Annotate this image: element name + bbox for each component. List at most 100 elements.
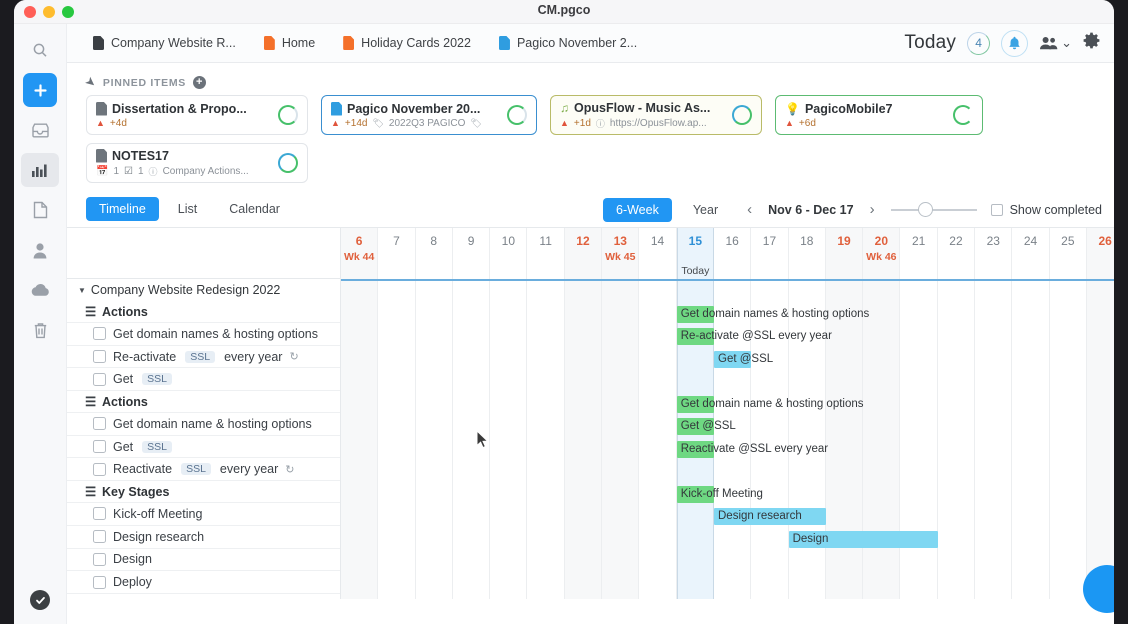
task-row[interactable]: Get domain name & hosting options (67, 413, 340, 436)
task-row[interactable]: Get SSL (67, 436, 340, 459)
gantt-bar[interactable]: Re-activate @SSL every year (676, 328, 832, 346)
pinned-card-tags: 2022Q3 PAGICO (388, 117, 466, 129)
task-group-header[interactable]: ☰ Key Stages (67, 481, 340, 504)
day-number: 26 (1098, 234, 1112, 248)
show-completed-checkbox[interactable]: Show completed (990, 203, 1102, 217)
project-row[interactable]: ▼ Company Website Redesign 2022 (67, 279, 340, 301)
task-row[interactable]: Deploy (67, 571, 340, 594)
person-icon[interactable] (21, 233, 59, 267)
task-checkbox[interactable] (93, 462, 106, 476)
pinned-card-pagico-november[interactable]: Pagico November 20... ▲ +14d 🏷 2022Q3 PA… (321, 95, 537, 135)
search-icon[interactable] (21, 33, 59, 67)
gantt-bar[interactable]: Design research (714, 508, 826, 526)
gantt-bar[interactable]: Reactivate @SSL every year (676, 441, 828, 458)
task-row[interactable]: Design research (67, 526, 340, 549)
people-menu[interactable]: ⌄ (1039, 36, 1072, 50)
task-row[interactable]: Get SSL (67, 368, 340, 392)
tab-company-website[interactable]: Company Website R... (79, 24, 250, 63)
tab-pagico-november[interactable]: Pagico November 2... (485, 24, 651, 63)
task-tag-chip[interactable]: SSL (142, 373, 173, 386)
zoom-year[interactable]: Year (680, 198, 731, 222)
tab-list[interactable]: List (165, 197, 210, 221)
task-group-header[interactable]: ☰ Actions (67, 391, 340, 414)
today-count-badge[interactable]: 4 (967, 31, 991, 55)
task-group-header[interactable]: ☰ Actions (67, 301, 340, 323)
tab-home[interactable]: Home (250, 24, 329, 63)
today-label[interactable]: Today (904, 32, 956, 54)
task-tag-chip[interactable]: SSL (142, 440, 173, 453)
tab-list: Company Website R... Home Holiday Cards … (67, 24, 904, 63)
pinned-card-dissertation[interactable]: Dissertation & Propo... ▲ +4d (86, 95, 308, 135)
task-list-panel: ▼ Company Website Redesign 2022 ☰ Actions… (67, 228, 341, 599)
tab-holiday-cards[interactable]: Holiday Cards 2022 (329, 24, 485, 63)
zoom-slider[interactable] (890, 202, 977, 217)
info-icon: ⓘ (148, 166, 158, 177)
cloud-icon[interactable] (21, 273, 59, 307)
task-checkbox[interactable] (93, 372, 106, 386)
gantt-bar[interactable]: Design (788, 531, 938, 549)
gantt-bar-label: Re-activate @SSL every year (680, 330, 832, 343)
task-checkbox[interactable] (93, 327, 106, 341)
next-range-button[interactable]: › (868, 201, 877, 218)
chart-icon[interactable] (21, 153, 59, 187)
task-tag-chip[interactable]: SSL (181, 463, 211, 476)
tab-calendar[interactable]: Calendar (216, 197, 293, 221)
add-button[interactable] (23, 73, 57, 107)
gantt-bar[interactable]: Get @SSL (676, 418, 736, 436)
bell-icon[interactable] (1001, 29, 1029, 57)
gantt-bar[interactable]: Kick-off Meeting (676, 485, 763, 503)
pinned-card-opusflow[interactable]: ♫ OpusFlow - Music As... ▲ +1d ⓘ https:/… (550, 95, 762, 135)
warning-icon: ▲ (785, 118, 794, 128)
chevron-down-icon: ⌄ (1061, 35, 1072, 50)
zoom-6-week[interactable]: 6-Week (603, 197, 672, 222)
task-row[interactable]: Get domain names & hosting options (67, 323, 340, 346)
left-rail (14, 24, 67, 624)
pinned-card-pagicomobile7[interactable]: 💡 PagicoMobile7 ▲ +6d (775, 95, 983, 135)
gantt-bar[interactable]: Get @SSL (714, 350, 773, 368)
checkbox-box[interactable] (990, 203, 1003, 216)
day-number: 25 (1061, 234, 1075, 248)
task-row[interactable]: Reactivate SSL every year ↻ (67, 458, 340, 482)
task-checkbox[interactable] (93, 417, 106, 431)
day-number: 22 (949, 234, 963, 248)
day-number: 21 (911, 234, 926, 248)
task-label: Get domain name & hosting options (113, 416, 312, 431)
pinned-card-title-row: 💡 PagicoMobile7 (785, 102, 972, 116)
day-number: 18 (800, 234, 814, 248)
calendar-icon: 📅 (96, 165, 109, 177)
gear-icon[interactable] (1083, 32, 1100, 54)
list-icon: ☰ (85, 395, 97, 410)
week-label: Wk 45 (605, 251, 636, 263)
pinned-card-notes17[interactable]: NOTES17 📅 1 ☑ 1 ⓘ Company Actions... (86, 143, 308, 183)
task-checkbox[interactable] (93, 440, 106, 454)
day-header: 17 (751, 228, 787, 279)
task-row[interactable]: Design (67, 549, 340, 572)
slider-knob[interactable] (917, 202, 933, 217)
day-number: 24 (1023, 234, 1038, 248)
task-checkbox[interactable] (93, 552, 106, 566)
gantt-bar[interactable]: Get domain name & hosting options (676, 395, 864, 413)
check-circle-icon[interactable] (30, 590, 50, 610)
task-row[interactable]: Re-activate SSL every year ↻ (67, 346, 340, 369)
pinned-card-title: PagicoMobile7 (804, 101, 893, 116)
task-row[interactable]: Kick-off Meeting (67, 503, 340, 526)
prev-range-button[interactable]: ‹ (745, 201, 754, 218)
task-checkbox[interactable] (93, 507, 106, 521)
task-label: Design (113, 552, 152, 567)
collapse-triangle-icon[interactable]: ▼ (78, 286, 86, 295)
tab-timeline[interactable]: Timeline (86, 197, 159, 221)
inbox-icon[interactable] (21, 113, 59, 147)
bulb-icon: 💡 (785, 101, 800, 116)
gantt-bar[interactable]: Get domain names & hosting options (676, 305, 869, 323)
task-checkbox[interactable] (93, 530, 106, 544)
day-number: 20 (874, 234, 889, 248)
add-pinned-item-button[interactable]: + (193, 76, 206, 89)
pinned-cards-row-2: NOTES17 📅 1 ☑ 1 ⓘ Company Actions... (67, 143, 1114, 183)
pinned-card-link: https://OpusFlow.ap... (609, 117, 707, 129)
gantt-bars: Get domain names & hosting options Re-act… (341, 281, 1114, 599)
task-checkbox[interactable] (93, 350, 106, 364)
trash-icon[interactable] (21, 313, 59, 347)
file-icon[interactable] (21, 193, 59, 227)
task-tag-chip[interactable]: SSL (185, 350, 216, 363)
task-checkbox[interactable] (93, 575, 106, 589)
